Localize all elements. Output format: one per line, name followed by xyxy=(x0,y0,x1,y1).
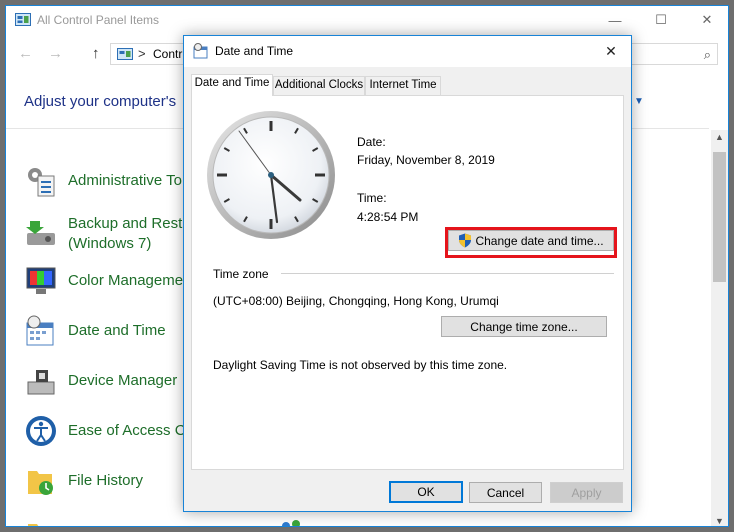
cp-item-device-manager[interactable]: Device Manager xyxy=(24,361,177,401)
dialog-close-button[interactable]: ✕ xyxy=(591,36,631,67)
breadcrumb-separator: > xyxy=(138,46,146,61)
tab-date-and-time[interactable]: Date and Time xyxy=(191,74,273,96)
ok-button[interactable]: OK xyxy=(389,481,463,503)
breadcrumb[interactable]: Contr xyxy=(153,47,182,61)
file-history-icon xyxy=(28,471,53,495)
folder-icon xyxy=(28,524,39,526)
vertical-scrollbar[interactable]: ▲ ▼ xyxy=(711,130,728,526)
minimize-button[interactable]: — xyxy=(592,6,638,34)
cp-item-color-management[interactable]: Color Manageme xyxy=(24,261,183,301)
window-title: All Control Panel Items xyxy=(37,13,160,27)
analog-clock xyxy=(207,111,335,239)
dialog-titlebar: Date and Time ✕ xyxy=(184,36,631,67)
cp-item-ease-of-access[interactable]: Ease of Access Ce xyxy=(24,411,194,451)
scroll-down-icon[interactable]: ▼ xyxy=(715,516,724,526)
cp-item-label: File History xyxy=(68,472,144,489)
page-heading: Adjust your computer's xyxy=(24,93,177,110)
apply-button[interactable]: Apply xyxy=(550,482,623,503)
search-icon[interactable]: ⌕ xyxy=(704,47,711,63)
cp-item-label: Ease of Access Ce xyxy=(68,422,194,439)
cancel-button[interactable]: Cancel xyxy=(469,482,542,503)
tab-panel: Date: Friday, November 8, 2019 Time: 4:2… xyxy=(191,95,624,470)
control-panel-titlebar: All Control Panel Items — ☐ ✕ xyxy=(6,6,728,34)
change-date-time-button[interactable]: Change date and time... xyxy=(448,230,614,251)
control-panel-icon xyxy=(117,48,133,60)
cp-item-backup-restore[interactable]: Backup and Rest (Windows 7) xyxy=(24,211,182,256)
date-label: Date: xyxy=(357,135,386,149)
device-manager-icon xyxy=(27,370,55,395)
date-time-icon xyxy=(26,315,54,346)
cp-item-label: Color Manageme xyxy=(68,272,184,289)
uac-shield-icon xyxy=(459,233,472,248)
date-value: Friday, November 8, 2019 xyxy=(357,153,495,167)
homegroup-icon xyxy=(282,520,300,526)
cp-item-date-time[interactable]: Date and Time xyxy=(24,311,166,351)
back-arrow-icon[interactable]: ← xyxy=(18,45,33,62)
dst-note: Daylight Saving Time is not observed by … xyxy=(213,358,508,372)
tab-additional-clocks[interactable]: Additional Clocks xyxy=(273,76,365,95)
control-panel-icon xyxy=(15,13,31,26)
ease-of-access-icon xyxy=(26,416,56,446)
search-input[interactable]: ⌕ xyxy=(626,43,718,65)
change-timezone-button[interactable]: Change time zone... xyxy=(441,316,607,337)
date-time-dialog: Date and Time ✕ Date and Time Additional… xyxy=(183,35,632,512)
change-date-time-label: Change date and time... xyxy=(475,233,604,248)
time-label: Time: xyxy=(357,191,387,205)
administrative-tools-icon xyxy=(28,168,55,197)
up-arrow-icon[interactable]: ↑ xyxy=(92,45,100,62)
color-management-icon xyxy=(26,267,56,294)
timezone-divider xyxy=(281,273,614,274)
forward-arrow-icon[interactable]: → xyxy=(48,45,63,62)
scroll-thumb[interactable] xyxy=(713,152,726,282)
backup-restore-icon xyxy=(26,220,55,245)
timezone-value: (UTC+08:00) Beijing, Chongqing, Hong Kon… xyxy=(213,294,499,308)
tab-internet-time[interactable]: Internet Time xyxy=(365,76,441,95)
cp-item-label: Administrative To xyxy=(68,172,182,189)
cp-item-label: Device Manager xyxy=(68,372,178,389)
timezone-section-label: Time zone xyxy=(213,267,269,281)
time-value: 4:28:54 PM xyxy=(357,210,419,224)
view-by-dropdown-icon[interactable]: ▼ xyxy=(634,96,644,107)
maximize-button[interactable]: ☐ xyxy=(638,6,684,34)
cp-item-label: Date and Time xyxy=(68,322,166,339)
scroll-up-icon[interactable]: ▲ xyxy=(715,132,724,142)
date-time-icon xyxy=(193,43,208,59)
dialog-title: Date and Time xyxy=(215,44,294,58)
cp-item-partial[interactable] xyxy=(24,511,68,526)
cp-item-label: Backup and Rest (Windows 7) xyxy=(68,214,183,252)
close-button[interactable]: ✕ xyxy=(684,6,728,34)
cp-item-administrative-tools[interactable]: Administrative To xyxy=(24,161,182,201)
cp-item-file-history[interactable]: File History xyxy=(24,461,143,501)
